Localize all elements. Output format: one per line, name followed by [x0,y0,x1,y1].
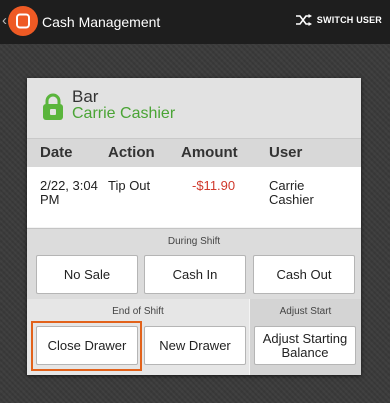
chevron-left-icon[interactable]: ‹ [2,13,7,29]
no-sale-button[interactable]: No Sale [36,255,138,294]
lock-icon [43,93,63,120]
switch-user-label: SWITCH USER [316,15,382,25]
end-of-shift-label: End of Shift [112,306,164,317]
column-action: Action [108,144,155,161]
adjust-start-label: Adjust Start [279,306,332,317]
column-user: User [269,144,303,161]
cell-user: Carrie Cashier [269,178,314,207]
table-row[interactable]: 2/22, 3:04 PM Tip Out -$11.90 Carrie Cas… [27,167,361,227]
switch-user-icon [295,14,312,26]
page-title: Cash Management [42,14,161,30]
cell-action: Tip Out [108,178,151,193]
table-header: Date Action Amount User [27,138,361,167]
adjust-starting-balance-button[interactable]: Adjust Starting Balance [254,326,356,365]
cash-out-button[interactable]: Cash Out [253,255,355,294]
end-of-shift-section: End of Shift Close Drawer New Drawer [27,299,249,375]
column-date: Date [40,144,73,161]
during-shift-label: During Shift [167,236,221,247]
cash-in-button[interactable]: Cash In [144,255,246,294]
cell-date: 2/22, 3:04 PM [40,178,98,207]
close-drawer-button[interactable]: Close Drawer [36,326,138,365]
drawer-location: Bar [72,87,99,106]
top-bar: ‹ Cash Management SWITCH USER [0,0,390,44]
new-drawer-button[interactable]: New Drawer [144,326,246,365]
adjust-start-section: Adjust Start Adjust Starting Balance [250,299,361,375]
during-shift-section: During Shift No Sale Cash In Cash Out [27,228,361,299]
switch-user-button[interactable]: SWITCH USER [295,14,382,26]
cash-management-panel: Bar Carrie Cashier Date Action Amount Us… [27,78,361,375]
cashier-name: Carrie Cashier [72,105,176,122]
cell-amount: -$11.90 [192,178,236,193]
app-logo-icon[interactable] [8,6,38,36]
column-amount: Amount [181,144,238,161]
drawer-header: Bar Carrie Cashier [27,78,361,138]
